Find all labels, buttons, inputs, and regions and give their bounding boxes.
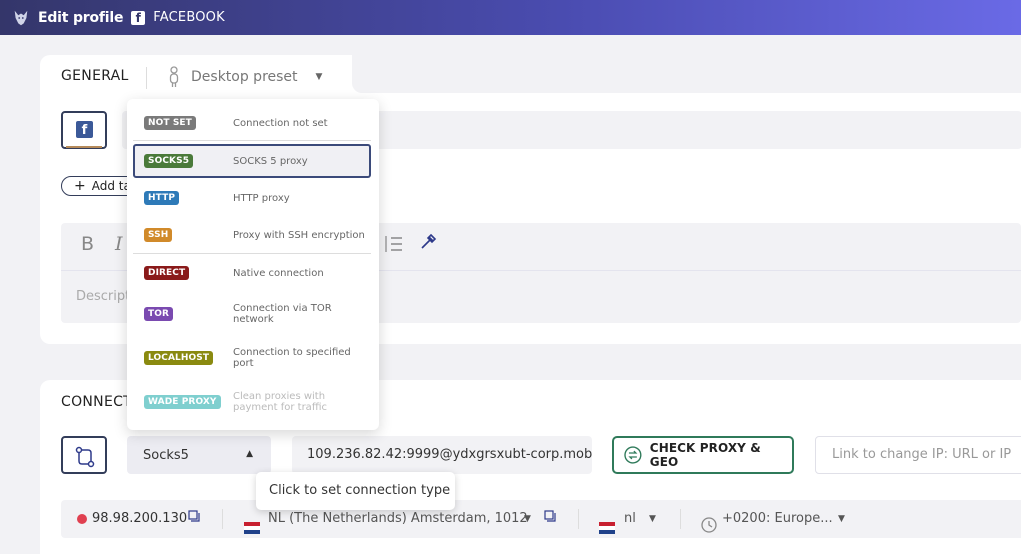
- switch-proxy-button[interactable]: [61, 436, 107, 474]
- chevron-up-icon: ▲: [246, 449, 253, 459]
- chevron-down-icon: ▼: [315, 72, 323, 82]
- connection-type-dropdown: NOT SET Connection not set SOCKS5 SOCKS …: [127, 99, 379, 430]
- divider: [680, 509, 681, 529]
- item-desc: Connection via TOR network: [233, 303, 332, 325]
- geo-info-bar: 98.98.200.130 NL (The Netherlands) Amste…: [61, 500, 1021, 538]
- tab-general[interactable]: GENERAL: [61, 68, 129, 84]
- badge-ssh: SSH: [144, 228, 173, 242]
- add-tag-label: Add ta: [91, 179, 131, 193]
- underline: [66, 146, 102, 148]
- item-desc: Native connection: [233, 267, 324, 279]
- platform-icon-button[interactable]: f: [61, 111, 107, 149]
- card-tab-mask: [352, 55, 1021, 93]
- badge-socks5: SOCKS5: [144, 154, 194, 168]
- facebook-icon: f: [131, 10, 146, 25]
- item-desc: SOCKS 5 proxy: [233, 155, 308, 167]
- refresh-circle-icon: [624, 446, 642, 464]
- preset-label: Desktop preset: [191, 69, 298, 85]
- divider: [133, 140, 371, 141]
- badge-tor: TOR: [144, 307, 174, 321]
- item-desc: Proxy with SSH encryption: [233, 229, 365, 241]
- badge-wade-proxy: WADE PROXY: [144, 395, 221, 409]
- chevron-down-icon[interactable]: ▼: [524, 500, 531, 538]
- dropdown-item-ssh[interactable]: SSH Proxy with SSH encryption: [133, 223, 371, 247]
- dropdown-item-wade-proxy[interactable]: WADE PROXY Clean proxies with payment fo…: [133, 387, 371, 417]
- badge-direct: DIRECT: [144, 266, 190, 280]
- connection-section-title: CONNECT: [61, 394, 133, 410]
- copy-icon[interactable]: [188, 500, 200, 538]
- preset-selector[interactable]: Desktop preset ▼: [167, 66, 322, 88]
- connection-type-select[interactable]: Socks5 ▲: [127, 436, 271, 474]
- italic-button[interactable]: I: [115, 233, 123, 255]
- divider: [578, 509, 579, 529]
- dropdown-item-http[interactable]: HTTP HTTP proxy: [133, 186, 371, 210]
- status-dot: [77, 514, 87, 524]
- dropdown-item-tor[interactable]: TOR Connection via TOR network: [133, 299, 371, 329]
- badge-not-set: NOT SET: [144, 116, 196, 130]
- badge-http: HTTP: [144, 191, 180, 205]
- language-value[interactable]: nl: [624, 500, 636, 538]
- change-ip-input[interactable]: Link to change IP: URL or IP: [815, 436, 1021, 474]
- title-bar: Edit profile f FACEBOOK: [0, 0, 1021, 35]
- color-picker-icon[interactable]: [419, 233, 437, 251]
- nl-flag-icon: [244, 512, 260, 550]
- tooltip: Click to set connection type: [256, 472, 455, 510]
- dropdown-item-not-set[interactable]: NOT SET Connection not set: [133, 111, 371, 135]
- proxy-address-input[interactable]: 109.236.82.42:9999@ydxgrsxubt-corp.mob: [292, 436, 592, 474]
- ordered-list-icon[interactable]: [384, 234, 404, 254]
- timezone-value[interactable]: +0200: Europe...: [722, 500, 833, 538]
- plus-icon: +: [74, 178, 86, 194]
- chevron-down-icon[interactable]: ▼: [649, 500, 656, 538]
- chevron-down-icon[interactable]: ▼: [838, 500, 845, 538]
- platform-label: FACEBOOK: [153, 10, 225, 25]
- dropdown-item-socks5[interactable]: SOCKS5 SOCKS 5 proxy: [133, 144, 371, 178]
- wolf-logo-icon: [14, 10, 28, 25]
- item-desc: HTTP proxy: [233, 192, 290, 204]
- copy-icon[interactable]: [544, 500, 556, 538]
- tab-divider: [146, 67, 147, 89]
- bold-button[interactable]: B: [81, 233, 94, 255]
- connection-type-value: Socks5: [143, 447, 189, 463]
- item-desc: Connection to specified port: [233, 347, 351, 369]
- check-proxy-button[interactable]: CHECK PROXY & GEO: [612, 436, 794, 474]
- facebook-icon: f: [76, 121, 93, 138]
- badge-localhost: LOCALHOST: [144, 351, 214, 365]
- item-desc: Clean proxies with payment for traffic: [233, 391, 327, 413]
- dropdown-item-direct[interactable]: DIRECT Native connection: [133, 261, 371, 285]
- description-placeholder: Descript: [76, 289, 131, 304]
- item-desc: Connection not set: [233, 117, 328, 129]
- nl-flag-icon: [599, 512, 615, 550]
- swap-icon: [75, 446, 95, 468]
- divider: [222, 509, 223, 529]
- person-icon: [169, 66, 179, 87]
- clock-icon: [701, 511, 717, 549]
- check-proxy-label: CHECK PROXY & GEO: [649, 441, 761, 469]
- ip-address: 98.98.200.130: [92, 511, 188, 526]
- dropdown-item-localhost[interactable]: LOCALHOST Connection to specified port: [133, 343, 371, 373]
- page-title: Edit profile: [38, 9, 124, 26]
- divider: [133, 253, 371, 254]
